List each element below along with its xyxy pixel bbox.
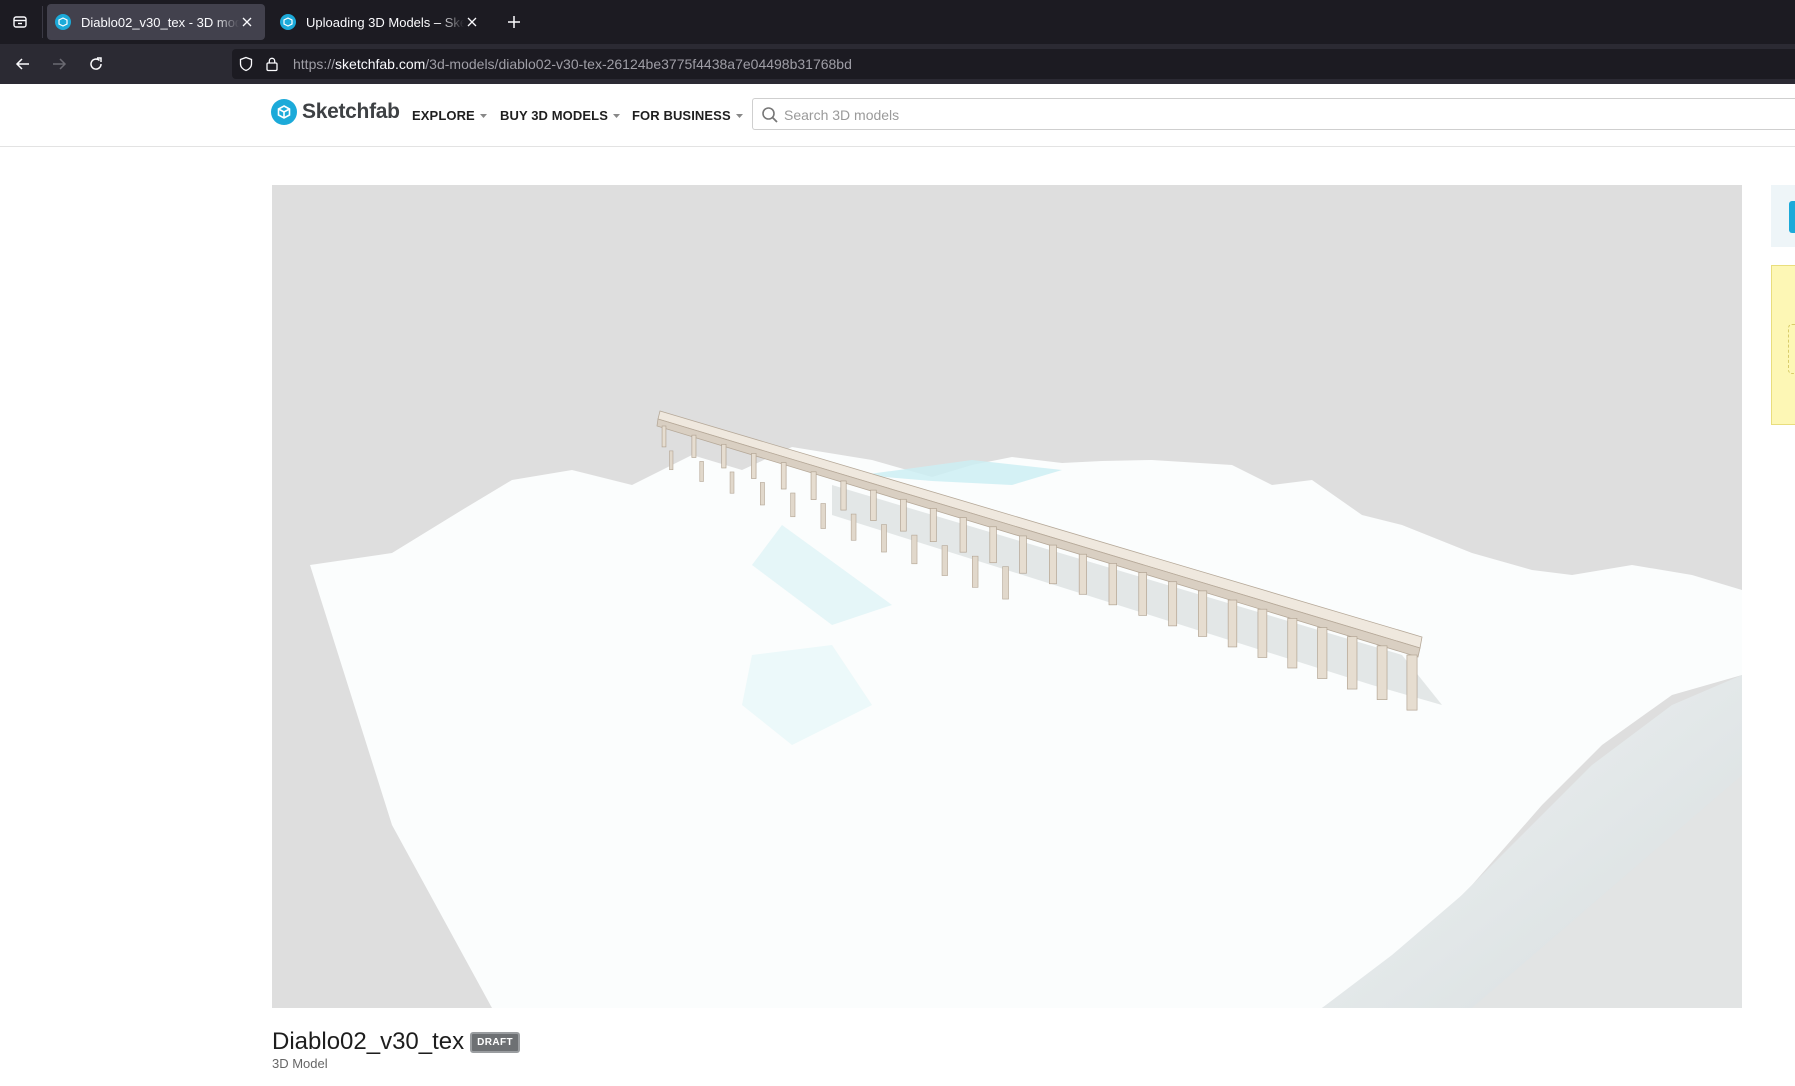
- sketchfab-logo-icon: [271, 99, 297, 125]
- aqueduct-lower-pier: [669, 450, 674, 471]
- aqueduct-lower-pier: [850, 513, 857, 541]
- side-panel-top: [1771, 185, 1795, 247]
- browser-tab-active[interactable]: Diablo02_v30_tex - 3D model by: [47, 4, 265, 40]
- aqueduct-pier: [1019, 535, 1027, 574]
- model-title-row: Diablo02_v30_tex DRAFT: [272, 1028, 521, 1056]
- brand-name: Sketchfab: [302, 100, 400, 123]
- model-render: [310, 410, 1742, 1008]
- aqueduct-pier: [1317, 627, 1328, 679]
- browser-tab[interactable]: Uploading 3D Models – Sketchfab: [272, 4, 490, 40]
- aqueduct-pier: [1287, 618, 1298, 669]
- aqueduct-pier: [929, 508, 937, 543]
- url-prefix: https://: [293, 56, 336, 72]
- aqueduct-pier: [989, 526, 997, 564]
- aqueduct-lower-pier: [729, 471, 735, 494]
- site-header: Sketchfab EXPLORE BUY 3D MODELS FOR BUSI…: [0, 84, 1795, 147]
- aqueduct-pier: [721, 443, 727, 469]
- aqueduct-lower-pier: [790, 492, 796, 518]
- tab-list-icon[interactable]: [8, 10, 32, 34]
- url-path: /3d-models/diablo02-v30-tex-26124be3775f…: [425, 56, 852, 72]
- aqueduct-pier: [1138, 572, 1148, 616]
- sketchfab-favicon: [55, 14, 71, 30]
- back-arrow-icon[interactable]: [11, 52, 35, 76]
- aqueduct-lower-pier: [1002, 566, 1009, 600]
- search-placeholder: Search 3D models: [784, 107, 900, 123]
- model-viewer[interactable]: [272, 185, 1742, 1008]
- search-icon: [761, 106, 779, 124]
- sketchfab-logo[interactable]: Sketchfab: [271, 99, 400, 125]
- aqueduct-pier: [870, 489, 877, 521]
- side-action-button[interactable]: [1789, 201, 1795, 233]
- side-notice-dropzone[interactable]: [1788, 324, 1795, 374]
- chevron-down-icon: [479, 114, 487, 118]
- aqueduct-pier: [1406, 654, 1418, 711]
- close-icon[interactable]: [464, 14, 480, 30]
- menu-explore[interactable]: EXPLORE: [412, 108, 487, 123]
- side-notice: [1771, 265, 1795, 425]
- aqueduct-lower-pier: [699, 461, 704, 482]
- chevron-down-icon: [735, 114, 743, 118]
- tab-title: Uploading 3D Models – Sketchfab: [306, 14, 464, 30]
- aqueduct-pier: [1049, 544, 1057, 585]
- reload-icon[interactable]: [84, 52, 108, 76]
- aqueduct-lower-pier: [881, 524, 887, 553]
- chevron-down-icon: [612, 114, 620, 118]
- aqueduct-pier: [691, 434, 697, 458]
- aqueduct-pier: [751, 453, 757, 479]
- forward-arrow-icon[interactable]: [47, 52, 71, 76]
- address-bar[interactable]: https://sketchfab.com/3d-models/diablo02…: [232, 49, 1795, 79]
- aqueduct-lower-pier: [820, 503, 826, 529]
- shield-icon[interactable]: [238, 56, 254, 72]
- aqueduct-pier: [1346, 636, 1358, 690]
- menu-for-business[interactable]: FOR BUSINESS: [632, 108, 743, 123]
- aqueduct-pier: [1168, 581, 1178, 627]
- aqueduct-pier: [1376, 645, 1388, 700]
- browser-toolbar: https://sketchfab.com/3d-models/diablo02…: [0, 44, 1795, 84]
- aqueduct-lower-pier: [971, 555, 979, 588]
- aqueduct-pier: [810, 471, 817, 500]
- menu-label: FOR BUSINESS: [632, 108, 731, 123]
- aqueduct-pier: [840, 480, 847, 511]
- sketchfab-favicon: [280, 14, 296, 30]
- aqueduct-pier: [1078, 553, 1087, 595]
- aqueduct-pier: [900, 498, 907, 532]
- close-icon[interactable]: [239, 14, 255, 30]
- aqueduct-pier: [1198, 590, 1208, 637]
- aqueduct-lower-pier: [941, 545, 948, 576]
- browser-tab-bar: Diablo02_v30_tex - 3D model by Uploading…: [0, 0, 1795, 44]
- aqueduct-lower-pier: [911, 534, 918, 565]
- tab-title: Diablo02_v30_tex - 3D model by: [81, 14, 239, 30]
- menu-label: BUY 3D MODELS: [500, 108, 608, 123]
- model-name: Diablo02_v30_tex: [272, 1028, 465, 1055]
- aqueduct-pier: [780, 462, 787, 490]
- aqueduct-pier: [1108, 563, 1117, 606]
- aqueduct-pier: [1257, 608, 1268, 658]
- lock-icon[interactable]: [264, 56, 280, 72]
- model-type: 3D Model: [272, 1056, 328, 1071]
- menu-buy-3d-models[interactable]: BUY 3D MODELS: [500, 108, 620, 123]
- aqueduct-pier: [1227, 599, 1238, 648]
- url-host: sketchfab.com: [335, 56, 426, 72]
- aqueduct-pier: [661, 425, 667, 448]
- draft-badge: DRAFT: [470, 1031, 521, 1053]
- plus-icon[interactable]: [502, 10, 526, 34]
- menu-label: EXPLORE: [412, 108, 475, 123]
- tab-separator: [42, 6, 43, 38]
- aqueduct-lower-pier: [760, 482, 765, 506]
- search-input[interactable]: Search 3D models: [752, 98, 1795, 130]
- url-text[interactable]: https://sketchfab.com/3d-models/diablo02…: [293, 56, 852, 72]
- aqueduct-pier: [959, 517, 967, 553]
